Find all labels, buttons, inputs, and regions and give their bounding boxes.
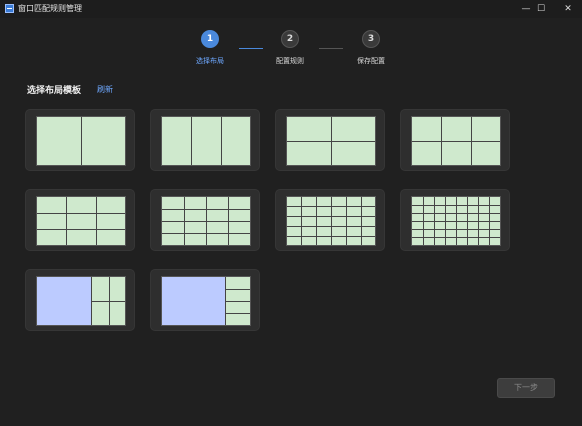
layout-thumbnail: [36, 116, 126, 166]
template-card-4x4[interactable]: [150, 189, 260, 251]
maximize-button[interactable]: ☐: [527, 0, 555, 18]
template-card-3x3[interactable]: [25, 189, 135, 251]
window-title: 窗口匹配规则管理: [18, 4, 82, 13]
section-title: 选择布局模板: [27, 86, 82, 96]
step-connector-1: [239, 48, 263, 49]
layout-thumbnail: [411, 196, 501, 246]
template-card-main-plus-2x3[interactable]: [25, 269, 135, 331]
step-2-circle: 2: [281, 30, 299, 48]
layout-thumbnail: [161, 276, 251, 326]
layout-thumbnail: [161, 116, 251, 166]
step-2-label: 配置规则: [276, 57, 304, 65]
title-bar: 窗口匹配规则管理 — ☐ ✕: [0, 0, 582, 18]
step-1-label: 选择布局: [196, 57, 224, 65]
close-button[interactable]: ✕: [554, 0, 582, 18]
step-1-circle: 1: [201, 30, 219, 48]
step-3-circle: 3: [362, 30, 380, 48]
template-card-main-plus-1x4[interactable]: [150, 269, 260, 331]
template-card-3x2[interactable]: [400, 109, 510, 171]
step-3-label: 保存配置: [357, 57, 385, 65]
next-button[interactable]: 下一步: [497, 378, 555, 398]
layout-thumbnail: [36, 196, 126, 246]
template-card-8x6[interactable]: [400, 189, 510, 251]
layout-thumbnail: [286, 196, 376, 246]
step-connector-2: [319, 48, 343, 49]
layout-thumbnail: [161, 196, 251, 246]
layout-thumbnail: [411, 116, 501, 166]
template-card-2x2[interactable]: [275, 109, 385, 171]
template-card-2x1[interactable]: [25, 109, 135, 171]
app-icon: [5, 4, 14, 13]
layout-thumbnail: [36, 276, 126, 326]
layout-thumbnail: [286, 116, 376, 166]
template-card-3x1[interactable]: [150, 109, 260, 171]
refresh-link[interactable]: 刷新: [97, 84, 113, 95]
template-card-6x5[interactable]: [275, 189, 385, 251]
